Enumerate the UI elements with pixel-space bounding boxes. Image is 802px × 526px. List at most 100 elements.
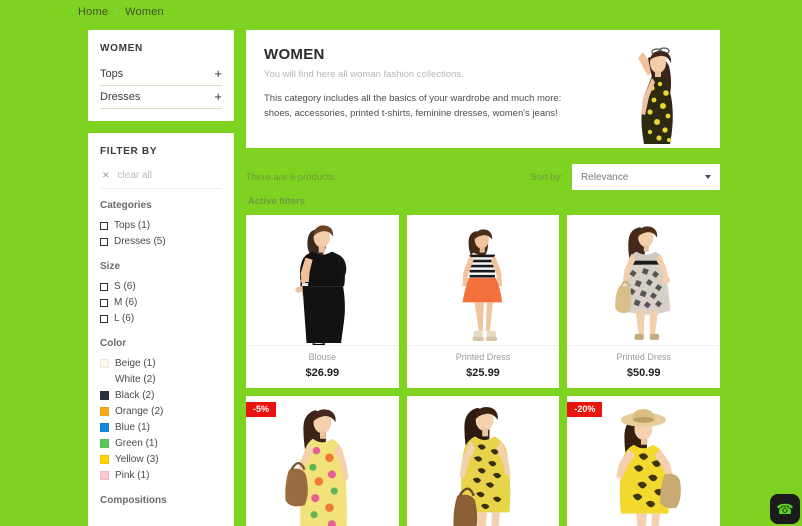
product-count: There are 6 products.: [246, 171, 337, 183]
product-card[interactable]: Blouse $26.99: [246, 215, 399, 388]
product-card[interactable]: Printed Dress $25.99: [406, 215, 560, 388]
filter-option-label: Pink (1): [115, 470, 150, 481]
checkbox-icon[interactable]: [100, 282, 108, 291]
discount-badge: -5%: [246, 402, 277, 417]
category-nav-panel: WOMEN Tops + Dresses +: [88, 30, 234, 121]
model-grey-patterned-dress-with-handbag-image: [615, 226, 671, 340]
close-x-icon: ✕: [102, 170, 110, 180]
sort-select-value: Relevance: [581, 171, 629, 183]
breadcrumb-current[interactable]: Women: [125, 6, 164, 18]
product-meta: Printed Dress $50.99: [567, 345, 720, 388]
filter-option-color-blue[interactable]: Blue (1): [100, 420, 222, 436]
hero-description: This category includes all the basics of…: [264, 93, 562, 119]
sort-toolbar: There are 6 products. Sort by: Relevance: [246, 160, 720, 194]
product-image[interactable]: [567, 215, 720, 345]
breadcrumb-separator: /: [115, 6, 119, 18]
clear-all-button[interactable]: ✕ clear all: [100, 166, 222, 189]
active-filters-label: Active filters: [248, 196, 306, 207]
filter-option-dresses[interactable]: Dresses (5): [100, 234, 222, 250]
product-image[interactable]: [406, 215, 560, 345]
filter-option-color-black[interactable]: Black (2): [100, 388, 222, 404]
filter-option-label: Blue (1): [115, 422, 151, 433]
checkbox-icon[interactable]: [100, 314, 108, 323]
filter-option-label: Tops (1): [114, 220, 151, 231]
sidebar-item-tops[interactable]: Tops +: [100, 63, 222, 86]
breadcrumb: Home / Women: [78, 6, 164, 18]
filter-option-label: Dresses (5): [114, 236, 166, 247]
sidebar-item-dresses-label: Dresses: [100, 90, 141, 103]
filter-option-color-white[interactable]: White (2): [100, 372, 222, 388]
color-swatch-icon[interactable]: [100, 359, 109, 368]
main-content: WOMEN You will find here all woman fashi…: [246, 30, 720, 526]
product-price: $50.99: [626, 367, 661, 379]
filter-group-title-compositions: Compositions: [100, 495, 167, 506]
product-name: Blouse: [308, 352, 337, 362]
chat-widget-button[interactable]: ☎: [770, 494, 800, 524]
filter-option-color-green[interactable]: Green (1): [100, 436, 222, 452]
filter-panel: FILTER BY ✕ clear all Categories Tops (1…: [88, 133, 234, 526]
checkbox-icon[interactable]: [100, 298, 108, 307]
filter-option-size-m[interactable]: M (6): [100, 295, 222, 311]
category-hero-banner: WOMEN You will find here all woman fashi…: [246, 30, 720, 148]
sort-controls: Sort by: Relevance: [530, 164, 720, 190]
color-swatch-icon[interactable]: [100, 439, 109, 448]
category-nav-title: WOMEN: [100, 43, 143, 54]
product-meta: Printed Dress $25.99: [406, 345, 560, 388]
filter-option-color-pink[interactable]: Pink (1): [100, 468, 222, 484]
filter-option-label: L (6): [114, 313, 135, 324]
filter-option-tops[interactable]: Tops (1): [100, 218, 222, 234]
sidebar-item-dresses[interactable]: Dresses +: [100, 86, 222, 109]
product-price: $26.99: [305, 367, 340, 379]
sort-by-label: Sort by:: [530, 171, 563, 183]
color-swatch-icon[interactable]: [100, 455, 109, 464]
filter-option-label: Beige (1): [115, 358, 156, 369]
filter-option-label: Black (2): [115, 390, 155, 401]
filter-option-label: S (6): [114, 281, 136, 292]
model-yellow-black-print-dress-with-bag-image: [453, 406, 511, 526]
plus-icon[interactable]: +: [214, 90, 222, 103]
filter-option-color-beige[interactable]: Beige (1): [100, 356, 222, 372]
filter-option-size-s[interactable]: S (6): [100, 279, 222, 295]
discount-badge: -20%: [567, 402, 603, 417]
product-card[interactable]: -5%: [246, 396, 399, 526]
checkbox-icon[interactable]: [100, 221, 108, 230]
chevron-down-icon[interactable]: [705, 175, 711, 179]
filter-option-label: White (2): [115, 374, 156, 385]
product-price: $25.99: [466, 367, 500, 379]
phone-icon: ☎: [776, 501, 794, 517]
filter-group-title-size: Size: [100, 261, 121, 272]
filter-option-size-l[interactable]: L (6): [100, 311, 222, 327]
product-card[interactable]: [406, 396, 560, 526]
product-card[interactable]: -20%: [567, 396, 720, 526]
color-swatch-icon[interactable]: [100, 391, 109, 400]
color-swatch-icon[interactable]: [100, 407, 109, 416]
color-swatch-icon[interactable]: [100, 471, 109, 480]
product-name: Printed Dress: [455, 352, 511, 362]
clear-all-label: clear all: [117, 170, 153, 181]
product-image[interactable]: [406, 396, 560, 526]
product-meta: Blouse $26.99: [246, 345, 399, 388]
color-swatch-icon[interactable]: [100, 375, 109, 384]
filter-option-label: M (6): [114, 297, 138, 308]
model-striped-top-orange-skirt-image: [462, 229, 503, 341]
plus-icon[interactable]: +: [214, 67, 222, 80]
filter-option-color-orange[interactable]: Orange (2): [100, 404, 222, 420]
filter-option-color-yellow[interactable]: Yellow (3): [100, 452, 222, 468]
sort-select[interactable]: Relevance: [572, 164, 720, 190]
sidebar-item-tops-label: Tops: [100, 67, 124, 80]
product-card[interactable]: Printed Dress $50.99: [567, 215, 720, 388]
checkbox-icon[interactable]: [100, 237, 108, 246]
sidebar: WOMEN Tops + Dresses + FILTER BY ✕ clear…: [88, 30, 234, 526]
product-image[interactable]: [246, 215, 399, 345]
product-name: Printed Dress: [616, 352, 671, 362]
filter-option-label: Yellow (3): [115, 454, 159, 465]
product-grid: Blouse $26.99 Printed Dress $25.99 Print…: [246, 215, 720, 526]
breadcrumb-home[interactable]: Home: [78, 6, 108, 18]
color-swatch-icon[interactable]: [100, 423, 109, 432]
model-yellow-floral-maxi-dress-with-bag-image: [285, 409, 349, 526]
filter-panel-title: FILTER BY: [100, 146, 158, 157]
model-black-blouse-black-pants-image: [294, 225, 346, 345]
filter-group-title-color: Color: [100, 338, 127, 349]
filter-option-label: Green (1): [115, 438, 158, 449]
filter-option-label: Orange (2): [115, 406, 164, 417]
